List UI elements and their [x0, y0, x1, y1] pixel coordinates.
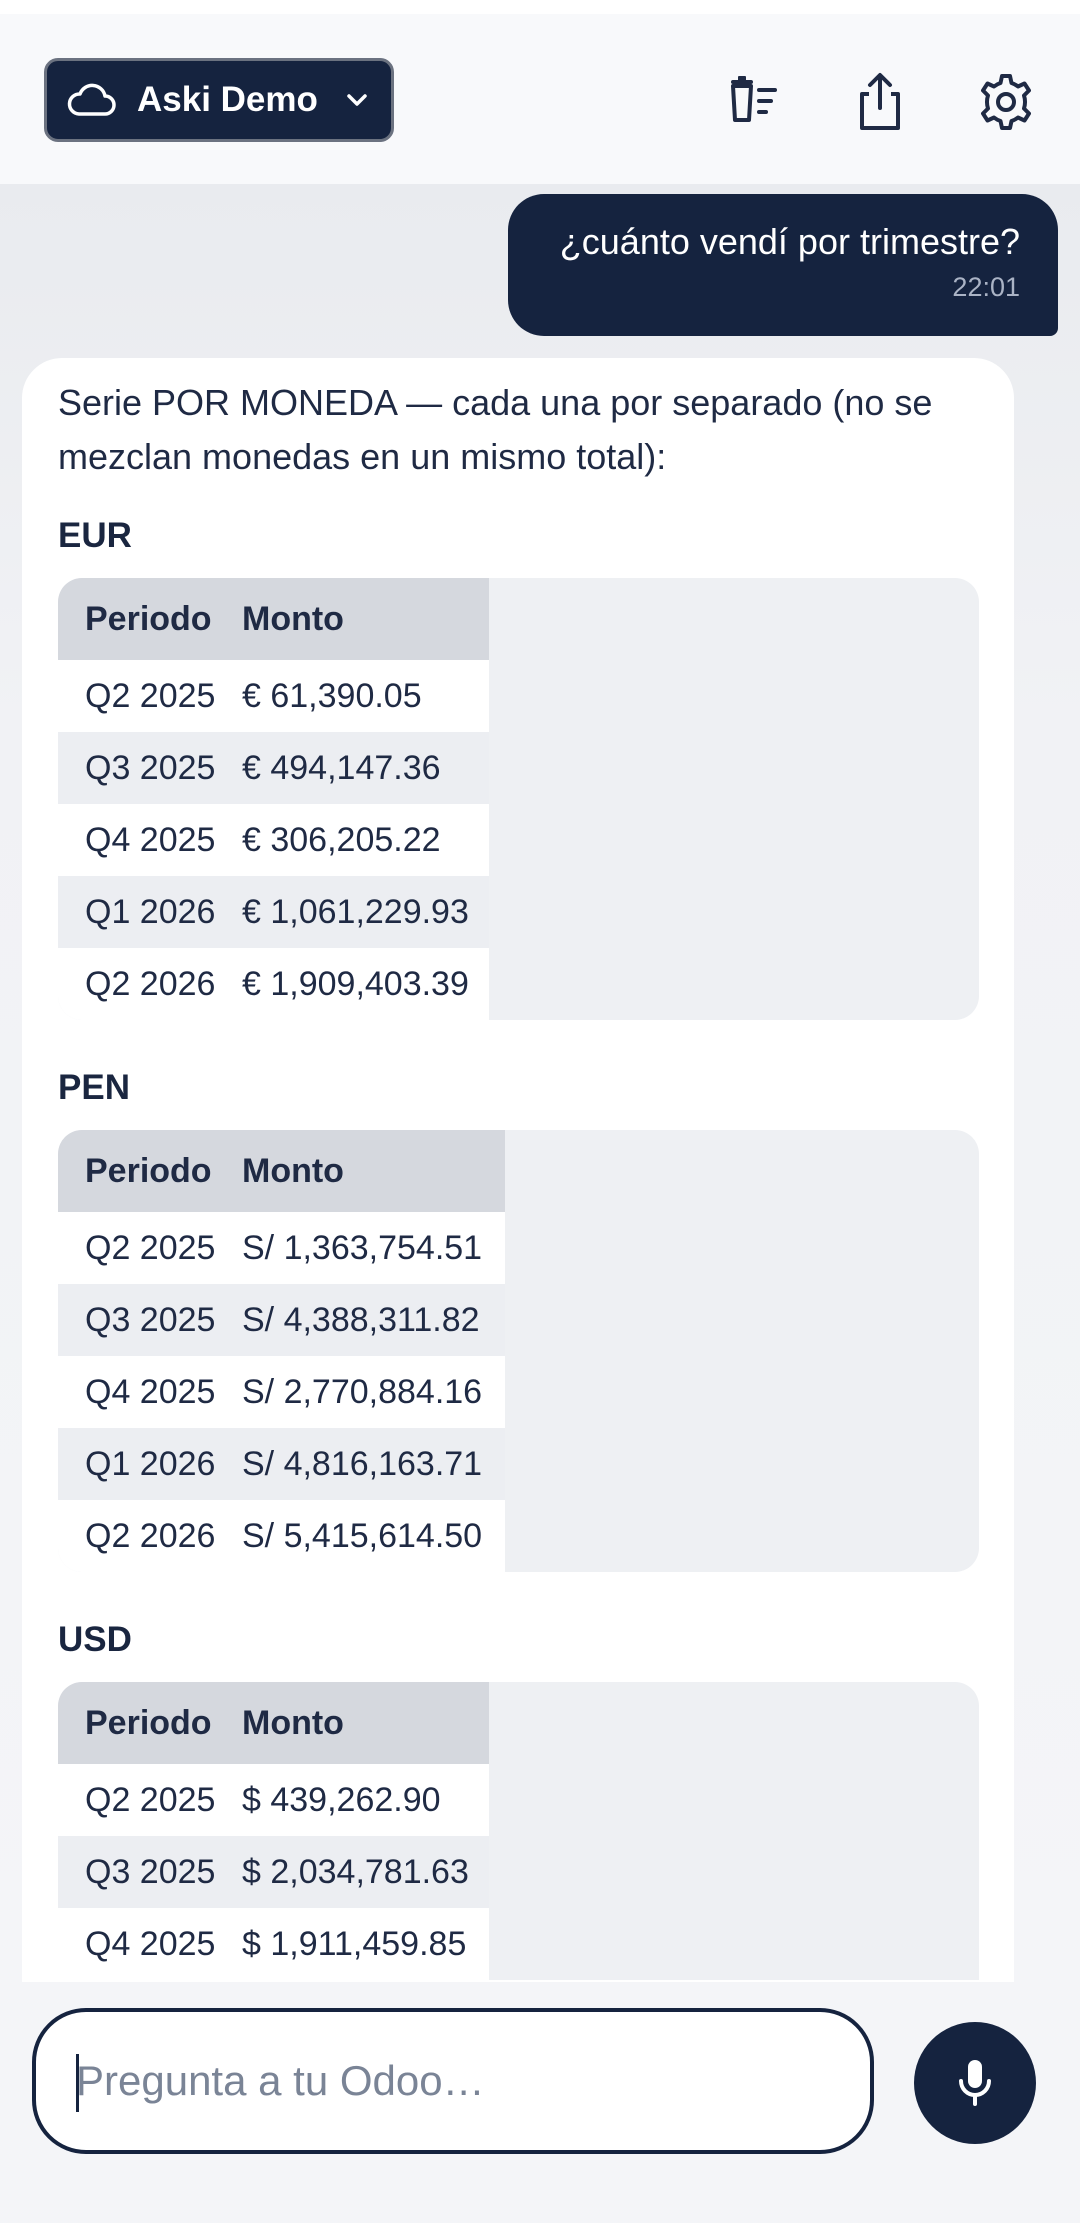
- cloud-icon: [67, 83, 116, 116]
- currency-heading-eur: EUR: [58, 516, 132, 555]
- column-header-monto: Monto: [242, 1130, 505, 1212]
- table-row: Q2 2025 $ 439,262.90: [58, 1764, 489, 1836]
- table-row: Q2 2026 € 1,909,403.39: [58, 948, 489, 1020]
- message-composer: [0, 1982, 1080, 2223]
- assistant-message-card: Serie POR MONEDA — cada una por separado…: [22, 358, 1014, 1982]
- message-input-box[interactable]: [32, 2008, 874, 2154]
- amount-cell: $ 2,034,781.63: [242, 1836, 489, 1908]
- chevron-down-icon: [347, 94, 367, 106]
- period-cell: Q2 2025: [58, 660, 242, 732]
- amount-cell: € 494,147.36: [242, 732, 489, 804]
- currency-heading-usd: USD: [58, 1620, 132, 1659]
- table-row: Q2 2026 S/ 5,415,614.50: [58, 1500, 505, 1572]
- user-message-bubble: ¿cuánto vendí por trimestre? 22:01: [508, 194, 1058, 336]
- sales-table-usd: Periodo Monto Q2 2025 $ 439,262.90 Q3 202…: [58, 1682, 489, 1980]
- period-cell: Q3 2025: [58, 732, 242, 804]
- period-cell: Q2 2025: [58, 1212, 242, 1284]
- column-header-periodo: Periodo: [58, 578, 242, 660]
- table-row: Q4 2025 € 306,205.22: [58, 804, 489, 876]
- table-row: Q4 2025 $ 1,911,459.85: [58, 1908, 489, 1980]
- amount-cell: € 1,909,403.39: [242, 948, 489, 1020]
- share-icon[interactable]: [848, 70, 912, 134]
- period-cell: Q3 2025: [58, 1836, 242, 1908]
- period-cell: Q2 2025: [58, 1764, 242, 1836]
- table-row: Q1 2026 S/ 4,816,163.71: [58, 1428, 505, 1500]
- column-header-periodo: Periodo: [58, 1130, 242, 1212]
- table-row: Q2 2025 € 61,390.05: [58, 660, 489, 732]
- table-header-row: Periodo Monto: [58, 578, 489, 660]
- table-header-row: Periodo Monto: [58, 1682, 489, 1764]
- workspace-selector-button[interactable]: Aski Demo: [44, 58, 394, 142]
- table-container-eur[interactable]: Periodo Monto Q2 2025 € 61,390.05 Q3 2025…: [58, 578, 979, 1020]
- table-row: Q2 2025 S/ 1,363,754.51: [58, 1212, 505, 1284]
- status-bar: [0, 0, 1080, 14]
- table-container-pen[interactable]: Periodo Monto Q2 2025 S/ 1,363,754.51 Q3 …: [58, 1130, 979, 1572]
- amount-cell: S/ 5,415,614.50: [242, 1500, 505, 1572]
- period-cell: Q2 2026: [58, 1500, 242, 1572]
- message-input[interactable]: [74, 2056, 838, 2106]
- amount-cell: S/ 4,388,311.82: [242, 1284, 505, 1356]
- chat-thread[interactable]: ¿cuánto vendí por trimestre? 22:01 Serie…: [0, 184, 1080, 1982]
- assistant-intro-text: Serie POR MONEDA — cada una por separado…: [58, 382, 933, 477]
- microphone-icon: [959, 2060, 991, 2106]
- gear-icon[interactable]: [974, 70, 1038, 134]
- period-cell: Q2 2026: [58, 948, 242, 1020]
- period-cell: Q4 2025: [58, 1356, 242, 1428]
- message-timestamp: 22:01: [952, 272, 1020, 302]
- column-header-periodo: Periodo: [58, 1682, 242, 1764]
- table-header-row: Periodo Monto: [58, 1130, 505, 1212]
- period-cell: Q4 2025: [58, 804, 242, 876]
- text-caret: [76, 2054, 79, 2112]
- sales-table-pen: Periodo Monto Q2 2025 S/ 1,363,754.51 Q3 …: [58, 1130, 505, 1572]
- column-header-monto: Monto: [242, 578, 489, 660]
- column-header-monto: Monto: [242, 1682, 489, 1764]
- amount-cell: S/ 2,770,884.16: [242, 1356, 505, 1428]
- amount-cell: € 1,061,229.93: [242, 876, 489, 948]
- clear-history-icon[interactable]: [723, 70, 787, 134]
- table-row: Q4 2025 S/ 2,770,884.16: [58, 1356, 505, 1428]
- table-row: Q3 2025 S/ 4,388,311.82: [58, 1284, 505, 1356]
- period-cell: Q3 2025: [58, 1284, 242, 1356]
- user-message-text: ¿cuánto vendí por trimestre?: [559, 221, 1020, 262]
- amount-cell: $ 439,262.90: [242, 1764, 489, 1836]
- period-cell: Q1 2026: [58, 876, 242, 948]
- amount-cell: € 306,205.22: [242, 804, 489, 876]
- amount-cell: S/ 4,816,163.71: [242, 1428, 505, 1500]
- amount-cell: S/ 1,363,754.51: [242, 1212, 505, 1284]
- workspace-label: Aski Demo: [137, 80, 318, 119]
- amount-cell: $ 1,911,459.85: [242, 1908, 489, 1980]
- period-cell: Q4 2025: [58, 1908, 242, 1980]
- table-container-usd[interactable]: Periodo Monto Q2 2025 $ 439,262.90 Q3 202…: [58, 1682, 979, 1980]
- table-row: Q1 2026 € 1,061,229.93: [58, 876, 489, 948]
- sales-table-eur: Periodo Monto Q2 2025 € 61,390.05 Q3 2025…: [58, 578, 489, 1020]
- amount-cell: € 61,390.05: [242, 660, 489, 732]
- period-cell: Q1 2026: [58, 1428, 242, 1500]
- table-row: Q3 2025 $ 2,034,781.63: [58, 1836, 489, 1908]
- currency-heading-pen: PEN: [58, 1068, 130, 1107]
- microphone-button[interactable]: [914, 2022, 1036, 2144]
- table-row: Q3 2025 € 494,147.36: [58, 732, 489, 804]
